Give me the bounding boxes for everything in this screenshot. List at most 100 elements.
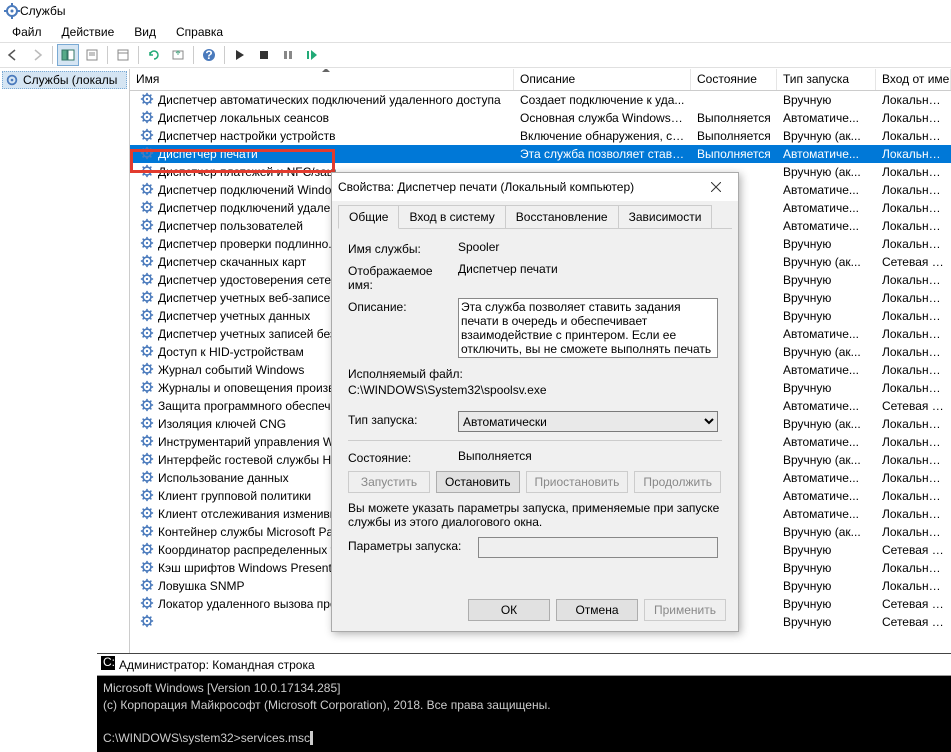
export-button[interactable] <box>81 44 103 66</box>
service-description: Включение обнаружения, ск... <box>514 129 691 143</box>
service-name: Диспетчер печати <box>158 147 258 161</box>
console-output[interactable]: Microsoft Windows [Version 10.0.17134.28… <box>97 676 951 751</box>
column-name[interactable]: Имя <box>130 69 514 90</box>
service-startup: Автоматиче... <box>777 327 876 341</box>
label-display-name: Отображаемое имя: <box>348 262 458 292</box>
menu-file[interactable]: Файл <box>2 23 52 41</box>
column-state[interactable]: Состояние <box>691 69 777 90</box>
properties-button[interactable] <box>112 44 134 66</box>
tab-recovery[interactable]: Восстановление <box>505 205 619 229</box>
toolbar: ? <box>0 42 951 68</box>
tab-dependencies[interactable]: Зависимости <box>618 205 713 229</box>
show-hide-tree-button[interactable] <box>57 44 79 66</box>
label-description: Описание: <box>348 298 458 314</box>
service-startup: Автоматиче... <box>777 111 876 125</box>
service-row[interactable]: Диспетчер локальных сеансовОсновная служ… <box>130 109 951 127</box>
menu-action[interactable]: Действие <box>52 23 125 41</box>
service-startup: Вручную <box>777 597 876 611</box>
service-gear-icon <box>140 524 156 540</box>
close-button[interactable] <box>700 177 732 197</box>
stop-service-button[interactable] <box>253 44 275 66</box>
ok-button[interactable]: ОК <box>468 599 550 621</box>
service-gear-icon <box>140 110 156 126</box>
label-executable: Исполняемый файл: <box>348 367 722 381</box>
service-startup: Вручную (ак... <box>777 165 876 179</box>
service-logon: Локальная си... <box>876 309 951 323</box>
service-startup: Вручную <box>777 615 876 629</box>
service-gear-icon <box>140 146 156 162</box>
pause-button[interactable]: Приостановить <box>526 471 629 493</box>
service-name: Клиент групповой политики <box>158 489 311 503</box>
tab-general[interactable]: Общие <box>338 205 399 229</box>
start-button[interactable]: Запустить <box>348 471 430 493</box>
description-textarea[interactable]: Эта служба позволяет ставить задания печ… <box>458 298 718 358</box>
service-name: Журнал событий Windows <box>158 363 304 377</box>
help-button[interactable]: ? <box>198 44 220 66</box>
dialog-titlebar[interactable]: Свойства: Диспетчер печати (Локальный ко… <box>332 173 738 201</box>
service-logon: Локальная сл... <box>876 273 951 287</box>
service-name: Использование данных <box>158 471 289 485</box>
service-state: Выполняется <box>691 129 777 143</box>
console-titlebar[interactable]: C:\ Администратор: Командная строка <box>97 654 951 676</box>
service-startup: Вручную <box>777 291 876 305</box>
menubar: Файл Действие Вид Справка <box>0 22 951 42</box>
startup-type-select[interactable]: Автоматически <box>458 411 718 432</box>
service-gear-icon <box>140 308 156 324</box>
service-logon: Локальная си... <box>876 129 951 143</box>
service-startup: Вручную <box>777 381 876 395</box>
service-row[interactable]: Диспетчер печатиЭта служба позволяет ста… <box>130 145 951 163</box>
service-logon: Локальная си... <box>876 165 951 179</box>
start-service-button[interactable] <box>229 44 251 66</box>
service-logon: Локальная си... <box>876 435 951 449</box>
resume-button[interactable]: Продолжить <box>634 471 721 493</box>
column-description[interactable]: Описание <box>514 69 691 90</box>
tree-root-services[interactable]: Службы (локалы <box>2 71 127 89</box>
service-logon: Сетевая служ... <box>876 543 951 557</box>
service-name: Диспетчер скачанных карт <box>158 255 306 269</box>
tab-logon[interactable]: Вход в систему <box>398 205 505 229</box>
service-state: Выполняется <box>691 111 777 125</box>
service-name: Защита программного обеспеч... <box>158 399 340 413</box>
service-logon: Локальная си... <box>876 453 951 467</box>
services-title-text: Службы <box>20 4 65 18</box>
service-row[interactable]: Диспетчер настройки устройствВключение о… <box>130 127 951 145</box>
export-list-button[interactable] <box>167 44 189 66</box>
column-startup[interactable]: Тип запуска <box>777 69 876 90</box>
service-startup: Вручную <box>777 93 876 107</box>
tree-root-label: Службы (локалы <box>23 73 117 87</box>
service-name: Инструментарий управления W... <box>158 435 344 449</box>
back-button[interactable] <box>2 44 24 66</box>
service-name: Диспетчер учетных записей безо... <box>158 327 352 341</box>
service-logon: Локальная си... <box>876 93 951 107</box>
service-gear-icon <box>140 218 156 234</box>
service-name: Координатор распределенных т... <box>158 543 345 557</box>
menu-help[interactable]: Справка <box>166 23 233 41</box>
service-state: Выполняется <box>691 147 777 161</box>
service-startup: Автоматиче... <box>777 219 876 233</box>
value-executable: C:\WINDOWS\System32\spoolsv.exe <box>348 383 722 397</box>
toolbar-separator <box>52 46 53 64</box>
refresh-button[interactable] <box>143 44 165 66</box>
services-titlebar: Службы <box>0 0 951 22</box>
service-logon: Сетевая служ... <box>876 615 951 629</box>
pause-service-button[interactable] <box>277 44 299 66</box>
service-logon: Локальная сл... <box>876 381 951 395</box>
label-startup-type: Тип запуска: <box>348 411 458 427</box>
column-logon[interactable]: Вход от имени <box>876 69 951 90</box>
restart-service-button[interactable] <box>301 44 323 66</box>
service-row[interactable]: Диспетчер автоматических подключений уда… <box>130 91 951 109</box>
list-header: Имя Описание Состояние Тип запуска Вход … <box>130 69 951 91</box>
service-name: Локатор удаленного вызова про... <box>158 597 347 611</box>
service-gear-icon <box>140 272 156 288</box>
service-name: Диспетчер локальных сеансов <box>158 111 329 125</box>
menu-view[interactable]: Вид <box>124 23 166 41</box>
apply-button[interactable]: Применить <box>644 599 726 621</box>
cancel-button[interactable]: Отмена <box>556 599 638 621</box>
stop-button[interactable]: Остановить <box>436 471 520 493</box>
forward-button[interactable] <box>26 44 48 66</box>
service-startup: Автоматиче... <box>777 363 876 377</box>
service-logon: Локальная сл... <box>876 579 951 593</box>
service-logon: Локальная сл... <box>876 561 951 575</box>
console-icon: C:\ <box>101 656 115 673</box>
service-startup: Вручную <box>777 561 876 575</box>
